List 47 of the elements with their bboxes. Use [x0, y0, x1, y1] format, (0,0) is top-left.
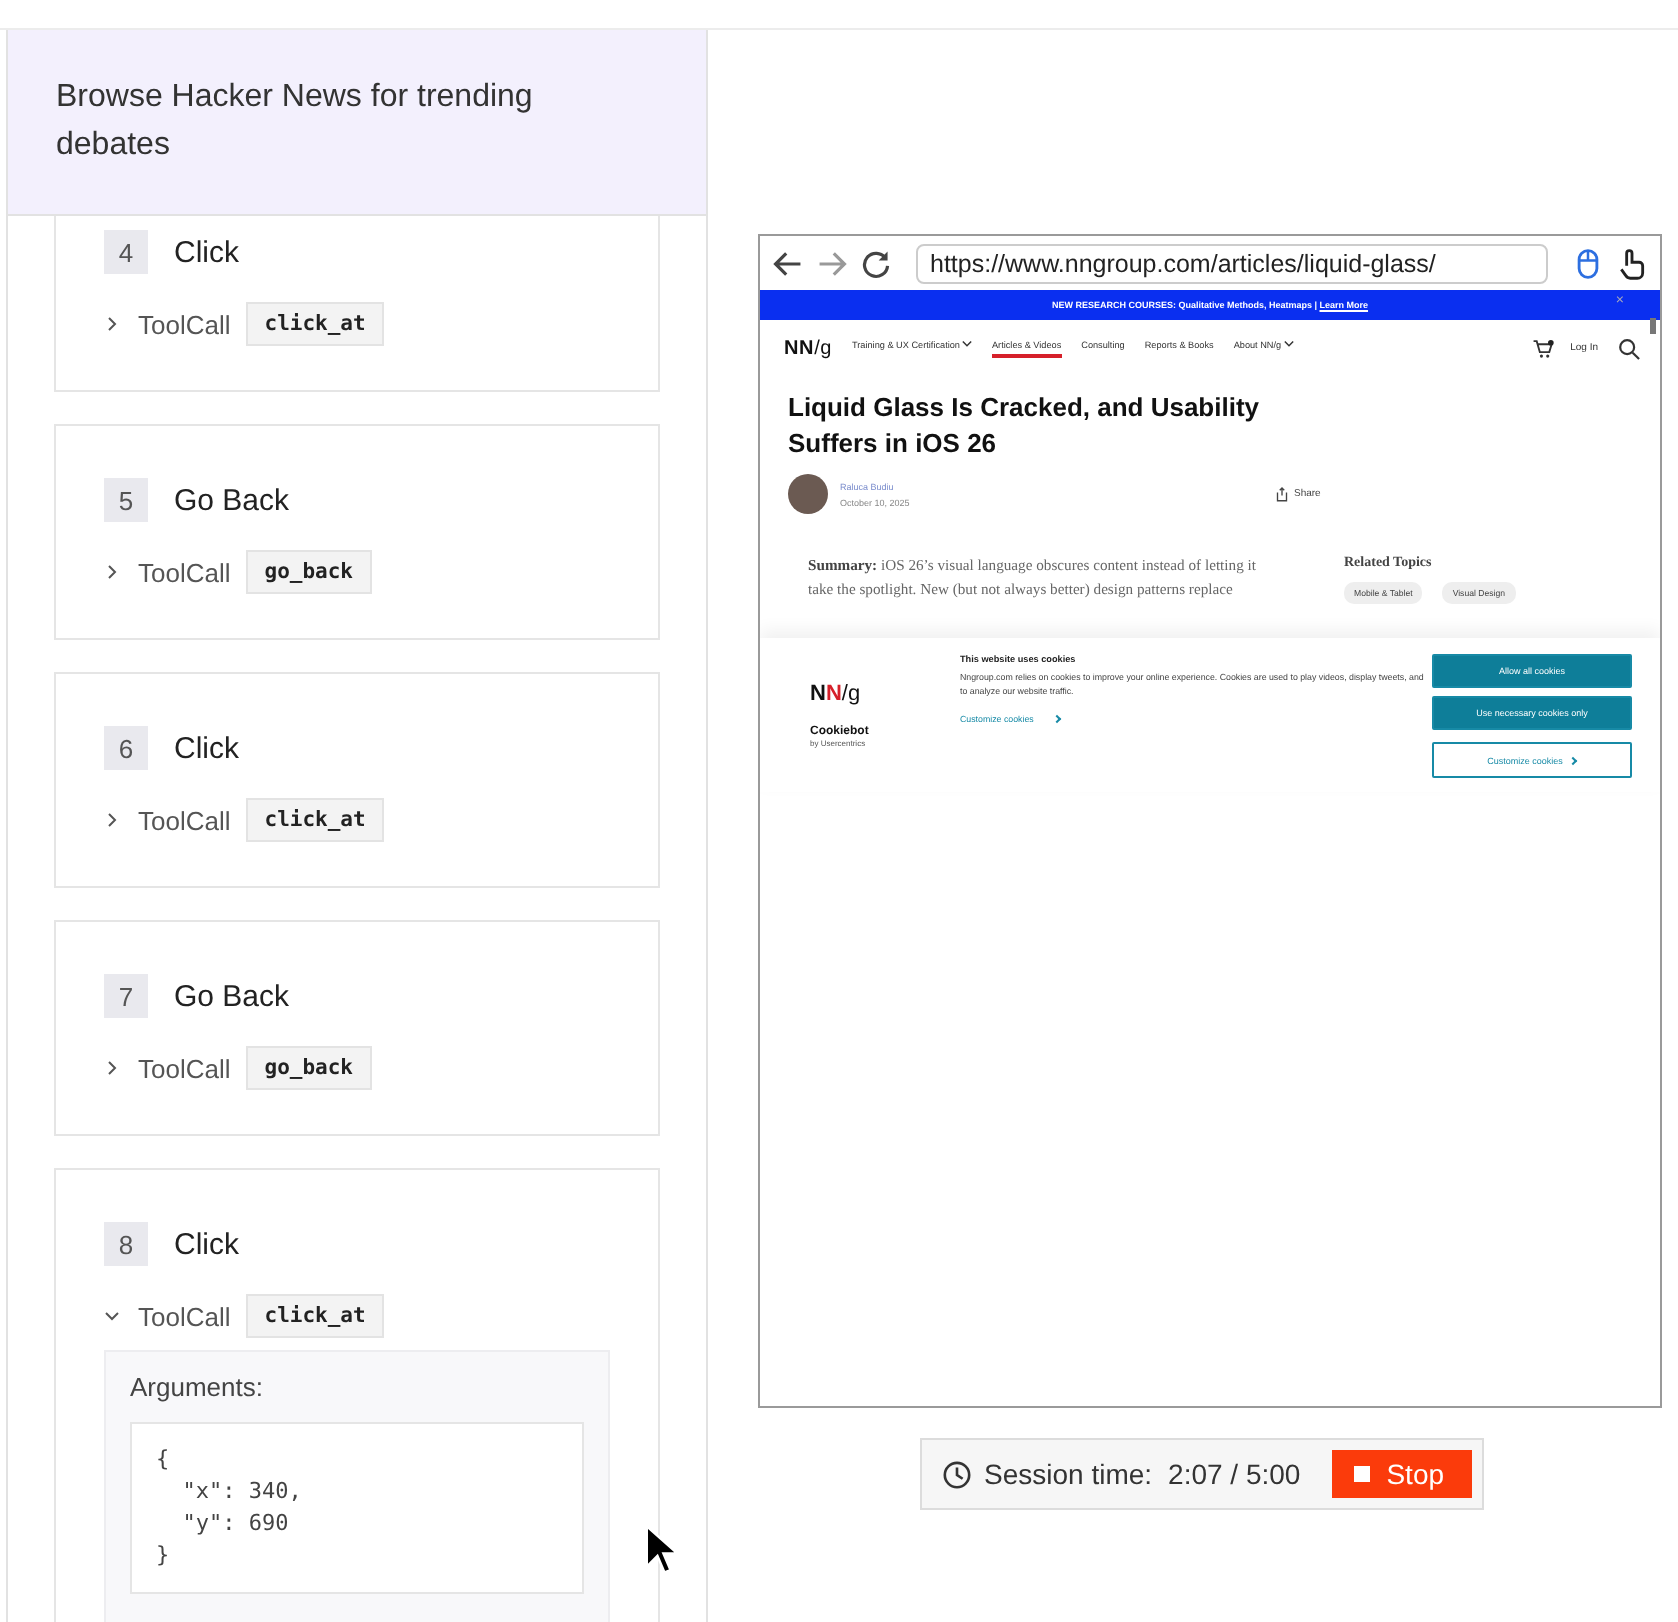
- step-title: Go Back: [174, 979, 290, 1013]
- back-arrow-icon[interactable]: [772, 247, 804, 279]
- toolcall-label[interactable]: ToolCall: [138, 1053, 231, 1083]
- caret-icon: [961, 340, 972, 348]
- step-number: 8: [104, 1222, 148, 1266]
- cart-icon[interactable]: [1532, 337, 1555, 359]
- function-name: go_back: [246, 550, 372, 594]
- function-name: click_at: [246, 1294, 384, 1338]
- search-icon[interactable]: [1618, 337, 1640, 359]
- site-logo[interactable]: NN/g: [784, 337, 833, 359]
- share-icon: [1276, 486, 1288, 502]
- toolcall-label[interactable]: ToolCall: [138, 557, 231, 587]
- chevron-icon[interactable]: [104, 1308, 120, 1324]
- arguments-label: Arguments:: [130, 1372, 265, 1402]
- function-name: go_back: [246, 1046, 372, 1090]
- arguments-code: { "x": 340, "y": 690 }: [130, 1422, 584, 1594]
- article-title: Liquid Glass Is Cracked, and Usability Suffers in iOS 26: [788, 390, 1262, 460]
- reload-icon[interactable]: [860, 247, 892, 279]
- chevron-icon[interactable]: [104, 1060, 120, 1076]
- step-title: Go Back: [174, 483, 290, 517]
- function-name: click_at: [246, 798, 384, 842]
- function-name: click_at: [246, 302, 384, 346]
- task-title: Browse Hacker News for trending debates: [56, 78, 535, 166]
- author-avatar: [788, 474, 828, 514]
- caret-icon: [1283, 340, 1294, 348]
- url-field[interactable]: https://www.nngroup.com/articles/liquid-glass/: [916, 243, 1548, 283]
- session-label: Session time:: [984, 1458, 1153, 1490]
- step-title: Click: [174, 235, 239, 269]
- session-time: 2:07 / 5:00: [1168, 1458, 1301, 1490]
- clock-icon: [942, 1459, 972, 1489]
- step-number: 4: [104, 230, 148, 274]
- scrollbar-thumb[interactable]: [1650, 318, 1656, 334]
- step-title: Click: [174, 1227, 239, 1261]
- toolcall-label[interactable]: ToolCall: [138, 309, 231, 339]
- chevron-icon[interactable]: [104, 564, 120, 580]
- step-number: 7: [104, 974, 148, 1018]
- toolcall-label[interactable]: ToolCall: [138, 1301, 231, 1331]
- chevron-icon[interactable]: [104, 812, 120, 828]
- step-number: 6: [104, 726, 148, 770]
- toolcall-label[interactable]: ToolCall: [138, 805, 231, 835]
- mouse-icon[interactable]: [1572, 247, 1604, 279]
- chevron-icon[interactable]: [104, 316, 120, 332]
- site-logo: NN/g: [810, 682, 863, 706]
- forward-arrow-icon[interactable]: [816, 247, 848, 279]
- stop-button[interactable]: Stop: [1332, 1450, 1473, 1498]
- step-title: Click: [174, 731, 239, 765]
- step-number: 5: [104, 478, 148, 522]
